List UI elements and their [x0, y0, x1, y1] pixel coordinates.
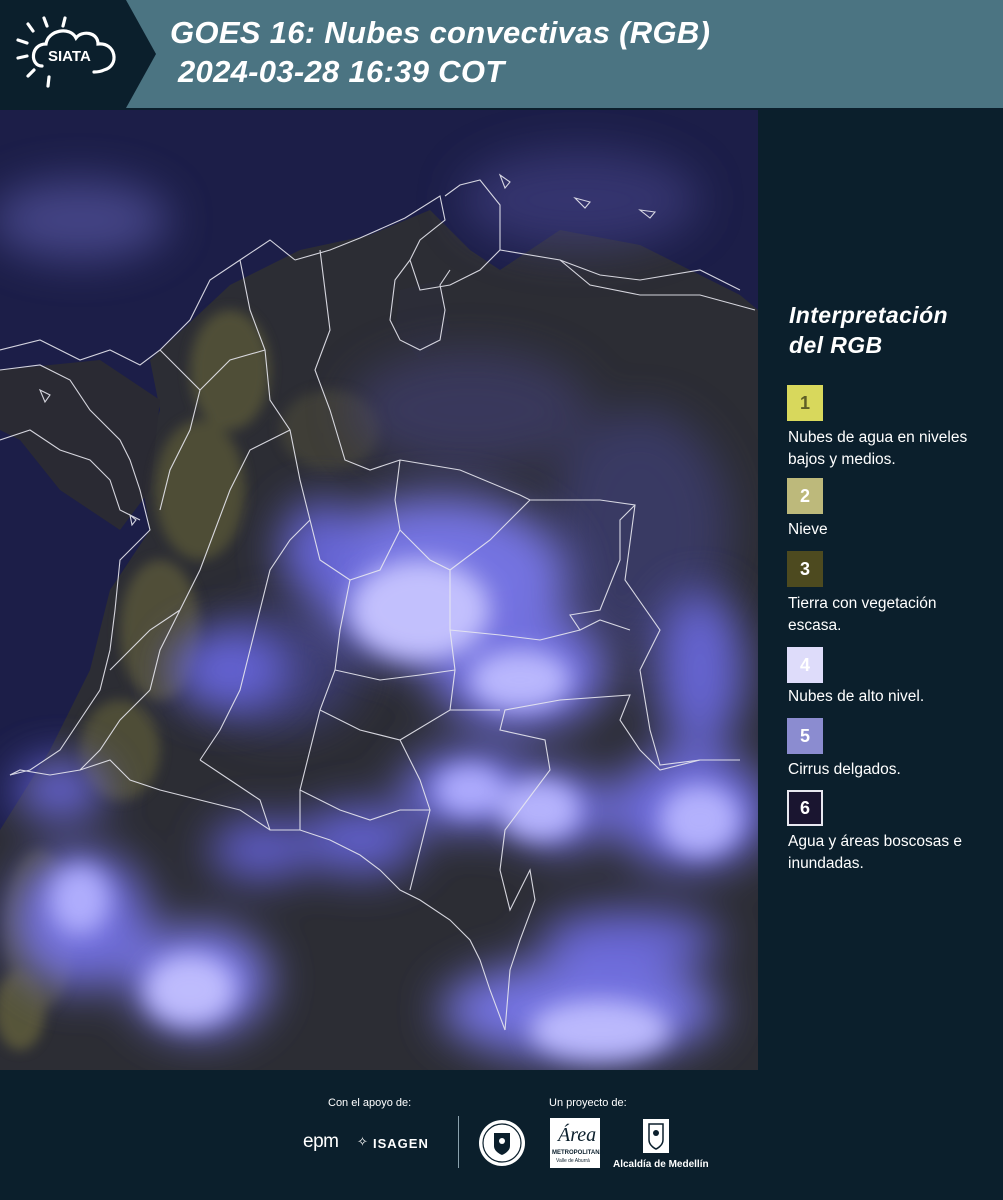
legend-swatch-3: 3 — [787, 551, 823, 587]
legend-panel: Interpretación del RGB 1 Nubes de agua e… — [774, 108, 1003, 1070]
logo-text: SIATA — [48, 48, 91, 65]
legend-swatch-2: 2 — [787, 478, 823, 514]
siata-logo: SIATA — [0, 0, 156, 108]
page-title: GOES 16: Nubes convectivas (RGB) — [170, 15, 711, 50]
legend-title-line1: Interpretación — [789, 302, 948, 328]
support-label: Con el apoyo de: — [328, 1097, 412, 1109]
epm-logo: epm — [303, 1131, 339, 1152]
legend-swatch-4: 4 — [787, 647, 823, 683]
legend-title-line2: del RGB — [789, 332, 883, 358]
legend-label-4: Nubes de alto nivel. — [788, 688, 925, 705]
alcaldia-label: Alcaldía de Medellín — [613, 1159, 709, 1170]
legend-swatch-5: 5 — [787, 718, 823, 754]
legend-label-5: Cirrus delgados. — [788, 761, 901, 778]
header-bar: SIATA GOES 16: Nubes convectivas (RGB) 2… — [0, 0, 1003, 108]
legend-swatch-6: 6 — [787, 790, 823, 826]
footer: Con el apoyo de: Un proyecto de: epm ✧ I… — [0, 1070, 1003, 1200]
legend-swatch-1: 1 — [787, 385, 823, 421]
footer-divider — [458, 1116, 459, 1168]
project-label: Un proyecto de: — [549, 1097, 627, 1109]
medellin-seal-icon — [479, 1120, 525, 1166]
area-logo-sub2: Valle de Aburrá — [556, 1158, 590, 1164]
alcaldia-shield-icon — [643, 1119, 669, 1153]
area-logo-text: Área — [558, 1124, 597, 1146]
legend-label-2: Nieve — [788, 521, 828, 538]
legend-label-3: Tierra con vegetación escasa. — [788, 595, 937, 634]
isagen-logo: ISAGEN — [373, 1136, 429, 1151]
legend-title: Interpretación del RGB — [789, 300, 999, 360]
satellite-map — [0, 110, 758, 1070]
legend-label-6: Agua y áreas boscosas e inundadas. — [788, 833, 963, 872]
area-metropolitana-logo: Área METROPOLITANA Valle de Aburrá — [550, 1118, 604, 1168]
legend-label-1: Nubes de agua en niveles bajos y medios. — [788, 429, 968, 468]
isagen-icon: ✧ — [357, 1134, 368, 1149]
area-logo-sub: METROPOLITANA — [552, 1150, 604, 1156]
page-timestamp: 2024-03-28 16:39 COT — [178, 54, 505, 89]
